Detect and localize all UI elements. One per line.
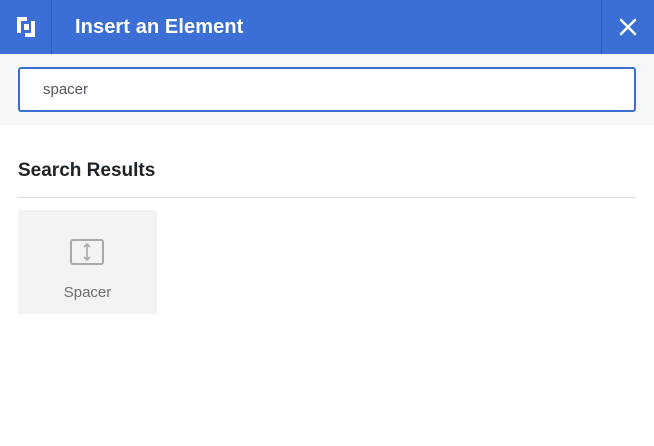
dialog-title: Insert an Element	[75, 15, 244, 38]
close-icon	[619, 18, 637, 36]
results-divider	[18, 197, 636, 198]
search-input[interactable]	[18, 67, 636, 112]
result-item-label: Spacer	[63, 284, 112, 301]
dialog-header: Insert an Element	[0, 0, 654, 54]
result-item-spacer[interactable]: Spacer	[18, 210, 157, 314]
close-button[interactable]	[601, 0, 654, 54]
spacer-icon	[70, 239, 104, 265]
results-heading: Search Results	[18, 160, 156, 181]
builder-logo-icon	[16, 17, 35, 37]
builder-logo[interactable]	[0, 0, 52, 54]
search-bar	[0, 54, 654, 125]
